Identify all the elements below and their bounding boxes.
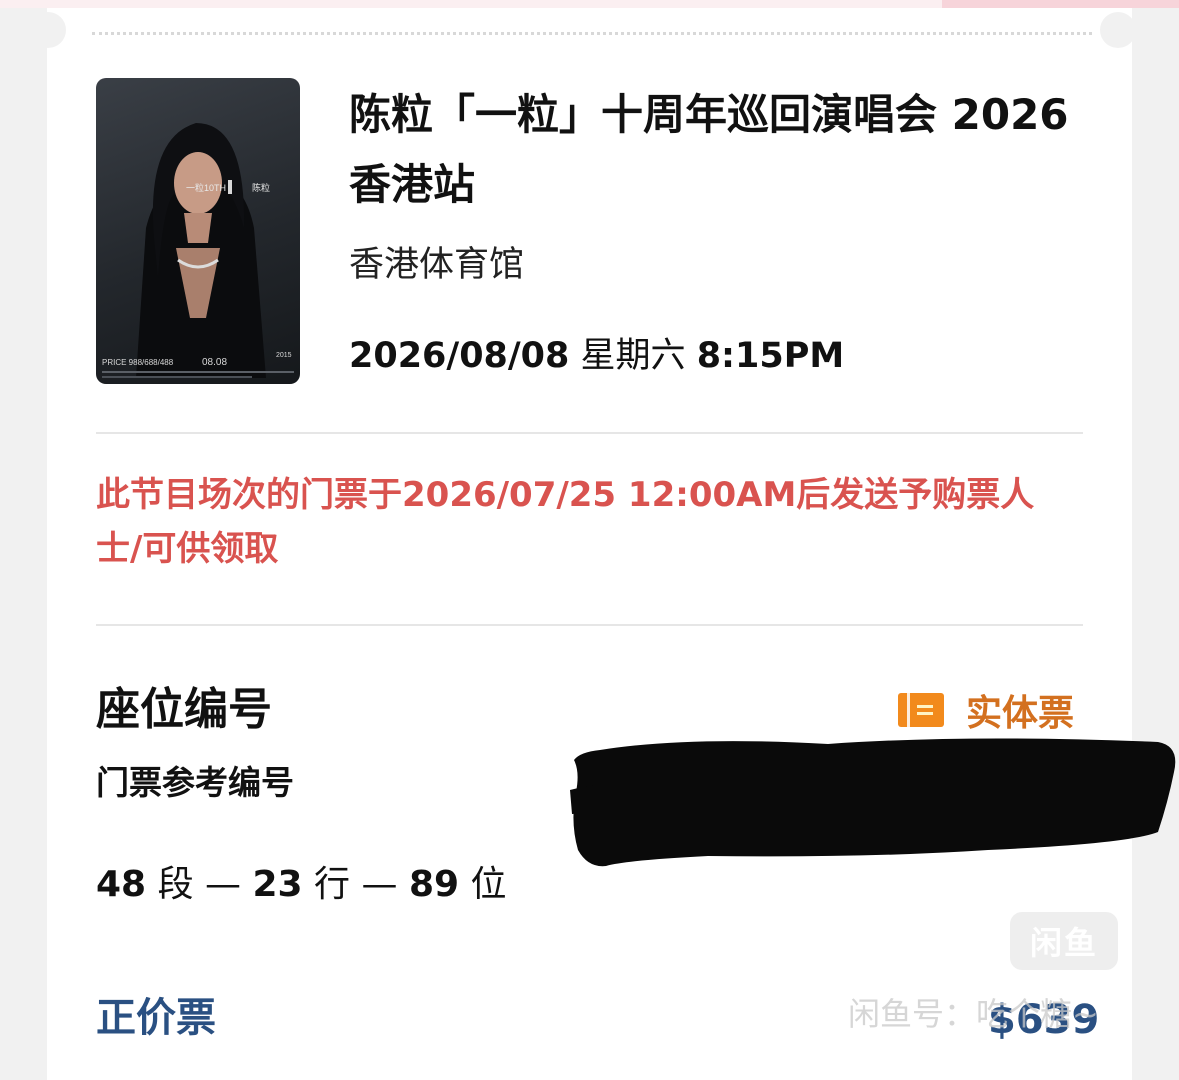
ticket-perforation [92,32,1092,35]
event-venue: 香港体育馆 [349,245,525,285]
divider [96,624,1083,626]
watermark-badge: 闲鱼 [1010,912,1118,970]
poster-text-artist: 陈粒 [252,182,270,193]
seat-row-unit: 行 [314,864,351,905]
ticket-notch-right [1100,12,1136,48]
ticket-delivery-notice: 此节目场次的门票于2026/07/25 12:00AM后发送予购票人士/可供领取 [96,475,1035,569]
event-weekday: 星期六 [580,336,686,376]
seat-separator: — [361,864,398,905]
event-datetime: 2026/08/08 星期六 8:15PM [349,333,844,379]
ticket-type-label: 实体票 [966,693,1075,734]
top-strip-highlight [942,0,1179,8]
event-title: 陈粒「一粒」十周年巡回演唱会 2026 香港站 [349,90,1069,209]
event-time: 8:15PM [696,336,845,376]
price-type-label: 正价票 [96,995,216,1041]
seat-location: 48 段 — 23 行 — 89 位 [96,860,507,910]
poster-text-price: PRICE 988/688/488 [102,358,174,367]
ticket-type-badge[interactable]: 实体票 [898,686,1074,734]
ticket-reference-label: 门票参考编号 [96,763,294,802]
seat-section-unit: 段 [157,864,194,905]
seat-position-number: 89 [408,864,460,905]
event-date: 2026/08/08 [349,336,570,376]
seat-number-heading: 座位编号 [96,684,272,735]
redaction-mark [570,738,1176,867]
seat-separator: — [205,864,242,905]
divider [96,432,1083,434]
watermark-text: 闲鱼号：吃个糖~ [848,995,1099,1033]
seat-position-unit: 位 [470,864,507,905]
poster-artwork: 一粒10TH 陈粒 PRICE 988/688/488 08.08 2015 [102,123,294,378]
poster-text-year: 2015 [276,352,292,359]
event-poster[interactable]: 一粒10TH 陈粒 PRICE 988/688/488 08.08 2015 [96,78,300,384]
ticket-notch-left [30,12,66,48]
poster-text-date: 08.08 [202,357,227,368]
watermark-badge-text: 闲鱼 [1029,924,1098,962]
seat-section-number: 48 [96,864,147,905]
seat-row-number: 23 [252,864,303,905]
poster-text-tour: 一粒10TH [186,182,226,193]
ticket-icon [898,693,944,727]
